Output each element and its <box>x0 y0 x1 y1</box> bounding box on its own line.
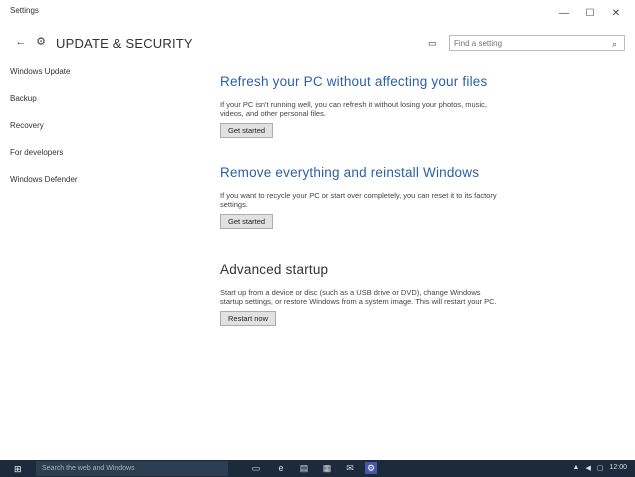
mail-icon[interactable]: ✉ <box>344 462 356 474</box>
taskbar: ⊞ Search the web and Windows ▭ e ▤ ▦ ✉ ⚙… <box>0 460 635 477</box>
reset-section: Remove everything and reinstall Windows … <box>220 165 520 229</box>
page-title: UPDATE & SECURITY <box>56 36 193 51</box>
settings-window: Settings — ☐ ✕ ← ⚙ UPDATE & SECURITY ▭ ⌕… <box>0 0 635 460</box>
search-icon[interactable]: ⌕ <box>612 39 617 50</box>
system-tray: ▲ ◀ ▢ 12:00 <box>573 464 627 472</box>
reset-get-started-button[interactable]: Get started <box>220 214 274 229</box>
refresh-get-started-button[interactable]: Get started <box>220 123 274 138</box>
sidebar-item-for-developers[interactable]: For developers <box>0 147 200 174</box>
title-bar: Settings — ☐ ✕ <box>0 0 635 28</box>
settings-gear-icon: ⚙ <box>36 35 46 48</box>
window-controls: — ☐ ✕ <box>551 4 629 22</box>
advanced-startup-heading: Advanced startup <box>220 262 329 277</box>
edge-browser-icon[interactable]: e <box>275 462 287 474</box>
file-explorer-icon[interactable]: ▤ <box>298 462 310 474</box>
sidebar-nav: Windows Update Backup Recovery For devel… <box>0 66 200 201</box>
maximize-button[interactable]: ☐ <box>577 4 603 22</box>
notifications-icon[interactable]: ▢ <box>597 464 604 472</box>
advanced-startup-section: Advanced startup Start up from a device … <box>220 262 520 326</box>
recovery-content: Refresh your PC without affecting your f… <box>220 74 520 326</box>
sidebar-item-recovery[interactable]: Recovery <box>0 120 200 147</box>
sidebar-item-windows-defender[interactable]: Windows Defender <box>0 174 200 201</box>
network-icon[interactable]: ▲ <box>573 464 580 472</box>
page-header: ← ⚙ UPDATE & SECURITY ▭ ⌕ <box>0 30 635 60</box>
clock[interactable]: 12:00 <box>609 464 627 472</box>
window-title: Settings <box>10 6 39 15</box>
reset-heading: Remove everything and reinstall Windows <box>220 165 480 180</box>
refresh-heading: Refresh your PC without affecting your f… <box>220 74 488 89</box>
settings-app-icon[interactable]: ⚙ <box>365 462 377 474</box>
advanced-startup-description: Start up from a device or disc (such as … <box>220 288 497 306</box>
back-arrow-icon[interactable]: ← <box>14 35 28 49</box>
store-icon[interactable]: ▦ <box>321 462 333 474</box>
taskbar-search-box[interactable]: Search the web and Windows <box>36 461 228 476</box>
windows-start-icon[interactable]: ⊞ <box>14 464 22 475</box>
refresh-description: If your PC isn't running well, you can r… <box>220 100 487 118</box>
search-label-icon: ▭ <box>428 38 437 48</box>
sidebar-item-windows-update[interactable]: Windows Update <box>0 66 200 93</box>
minimize-button[interactable]: — <box>551 4 577 22</box>
sidebar-item-backup[interactable]: Backup <box>0 93 200 120</box>
refresh-section: Refresh your PC without affecting your f… <box>220 74 520 138</box>
task-view-icon[interactable]: ▭ <box>250 462 262 474</box>
restart-now-button[interactable]: Restart now <box>220 311 277 326</box>
close-button[interactable]: ✕ <box>603 4 629 22</box>
search-input[interactable] <box>449 35 625 51</box>
reset-description: If you want to recycle your PC or start … <box>220 191 497 209</box>
volume-icon[interactable]: ◀ <box>585 464 590 472</box>
